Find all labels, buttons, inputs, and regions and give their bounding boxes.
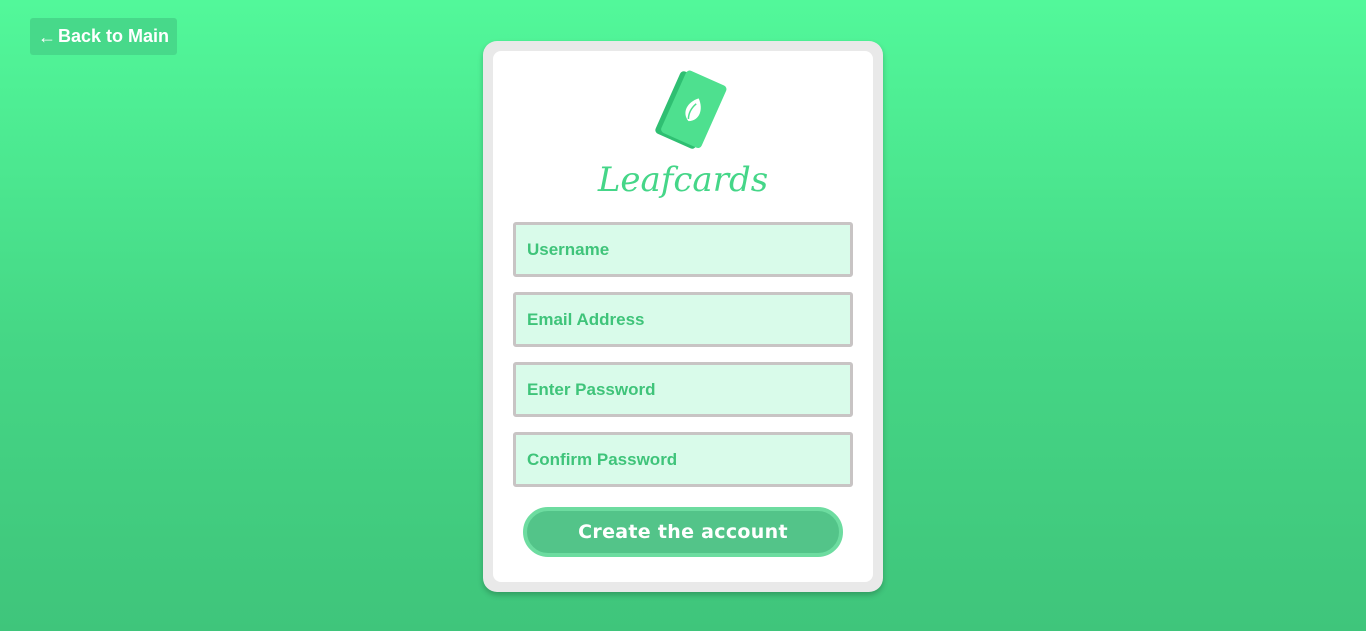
signup-card: Leafcards Username Email Address Enter P… bbox=[483, 41, 883, 592]
create-account-button[interactable]: Create the account bbox=[523, 507, 843, 557]
password-field[interactable]: Enter Password bbox=[513, 362, 853, 417]
svg-text:Leafcards: Leafcards bbox=[597, 160, 768, 200]
username-field[interactable]: Username bbox=[513, 222, 853, 277]
leafcards-logo-text: Leafcards bbox=[597, 160, 768, 200]
leaf-card-logo-icon bbox=[655, 70, 727, 149]
email-field[interactable]: Email Address bbox=[513, 292, 853, 347]
left-arrow-icon: ← bbox=[38, 27, 56, 47]
confirm-password-field[interactable]: Confirm Password bbox=[513, 432, 853, 487]
signup-card-body: Leafcards Username Email Address Enter P… bbox=[493, 51, 873, 582]
back-to-main-button[interactable]: ← Back to Main bbox=[30, 18, 178, 55]
back-to-main-label: Back to Main bbox=[58, 26, 170, 46]
